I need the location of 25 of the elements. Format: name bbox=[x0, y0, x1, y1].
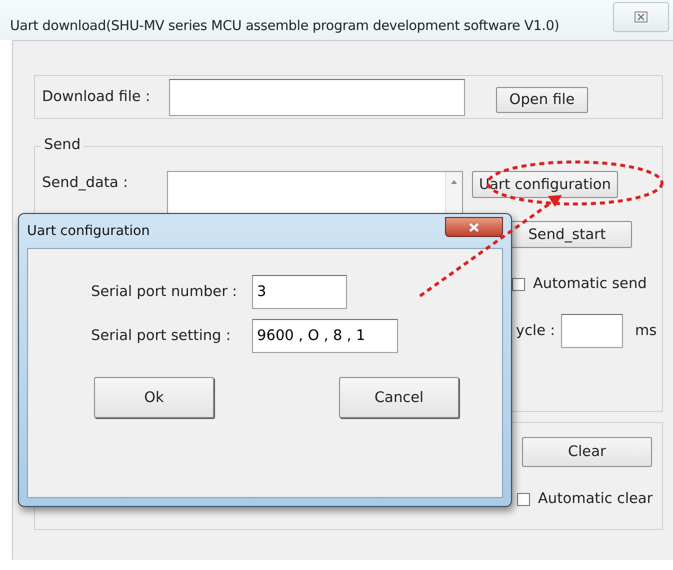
unit-label: ms bbox=[635, 323, 657, 339]
checkbox[interactable] bbox=[517, 492, 530, 506]
cycle-field[interactable] bbox=[561, 314, 623, 348]
text-field[interactable]: 9600 , O , 8 , 1 bbox=[252, 319, 398, 353]
window-title: Uart download(SHU-MV series MCU assemble program development software V1.0) bbox=[9, 18, 560, 36]
dialog-title: Uart configuration bbox=[27, 223, 150, 239]
checkbox[interactable] bbox=[512, 278, 525, 290]
close-icon bbox=[469, 222, 479, 232]
field-label: Serial port number : bbox=[91, 284, 238, 300]
clear-button[interactable]: Clear bbox=[522, 437, 652, 467]
field-label: Send_data : bbox=[42, 175, 128, 191]
field-label: Serial port setting : bbox=[91, 328, 232, 344]
checkbox-label: Automatic send bbox=[533, 276, 647, 292]
checkbox-label: Automatic clear bbox=[538, 491, 653, 507]
text-field[interactable]: 3 bbox=[252, 275, 347, 309]
field-label: ycle : bbox=[516, 323, 555, 339]
uart-configuration-button[interactable]: Uart configuration bbox=[472, 171, 618, 198]
scroll-up-icon bbox=[451, 180, 457, 184]
open-file-button[interactable]: Open file bbox=[496, 87, 588, 113]
dialog-button[interactable]: Cancel bbox=[339, 377, 459, 418]
field-label: Download file : bbox=[42, 89, 152, 105]
dialog-button[interactable]: Ok bbox=[94, 377, 214, 418]
close-button[interactable] bbox=[445, 217, 503, 237]
close-icon bbox=[634, 11, 648, 23]
download-file-field[interactable] bbox=[169, 78, 465, 116]
